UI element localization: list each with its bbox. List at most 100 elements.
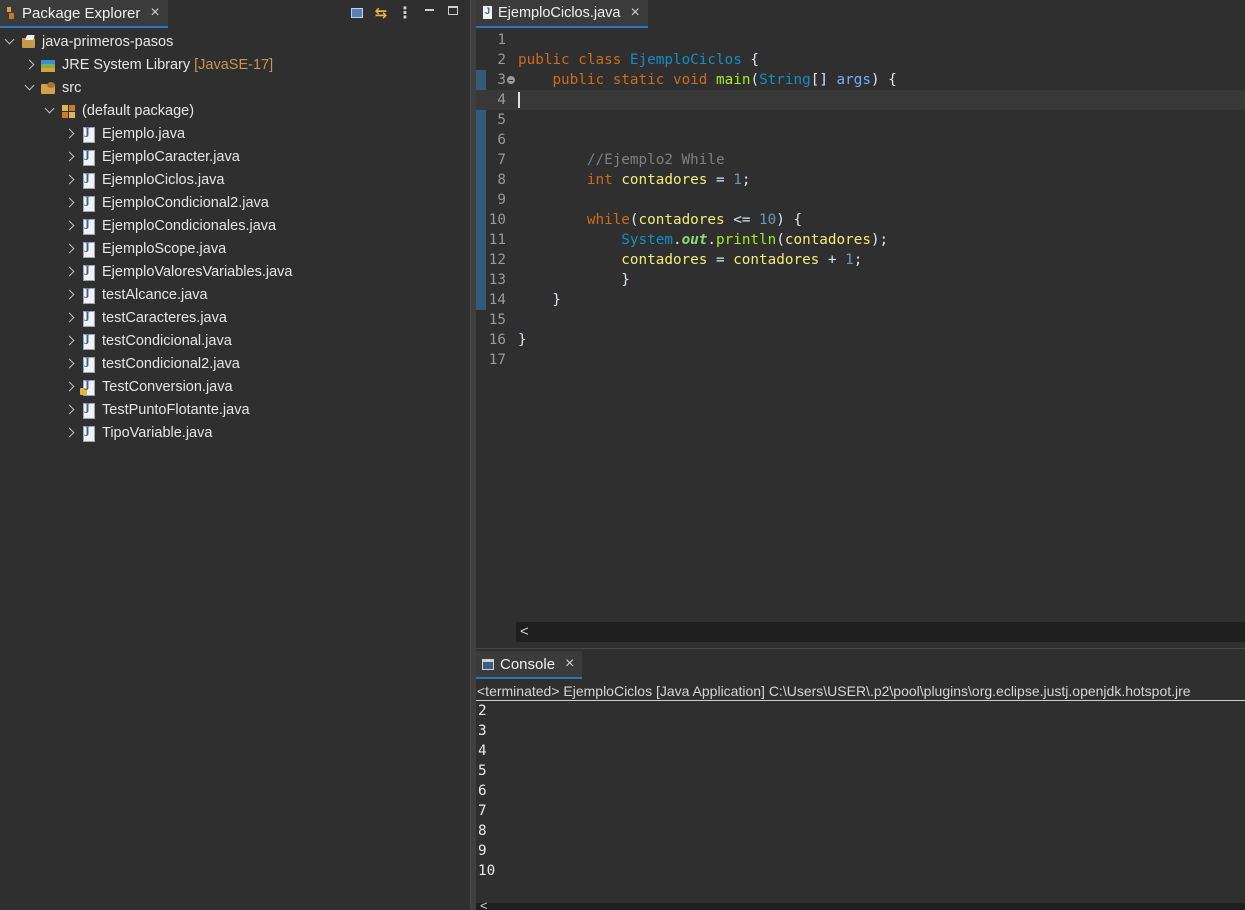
tree-item-file[interactable]: EjemploScope.java [0, 237, 470, 260]
tree-item-jre-library[interactable]: JRE System Library [JavaSE-17] [0, 53, 470, 76]
chevron-right-icon[interactable] [62, 403, 76, 417]
tree-item-file[interactable]: testAlcance.java [0, 283, 470, 306]
tree-item-file[interactable]: EjemploCondicionales.java [0, 214, 470, 237]
tree-item-file[interactable]: EjemploValoresVariables.java [0, 260, 470, 283]
chevron-right-icon[interactable] [62, 380, 76, 394]
explorer-tabbar: Package Explorer × ⇆ ⋮ [0, 0, 470, 30]
chevron-right-icon[interactable] [62, 334, 76, 348]
close-icon[interactable]: × [150, 5, 159, 21]
tree-item-file[interactable]: TestPuntoFlotante.java [0, 398, 470, 421]
tree-item-file[interactable]: TipoVariable.java [0, 421, 470, 444]
file-name: EjemploScope.java [102, 240, 227, 257]
code-line[interactable]: 17 [476, 350, 1245, 370]
code-line[interactable]: 11 System.out.println(contadores); [476, 230, 1245, 250]
java-project-icon [20, 34, 38, 50]
code-line[interactable]: 13 } [476, 270, 1245, 290]
tree-item-src[interactable]: src [0, 76, 470, 99]
console-process-description: <terminated> EjemploCiclos [Java Applica… [476, 681, 1245, 701]
chevron-right-icon[interactable] [62, 173, 76, 187]
editor-horizontal-scrollbar[interactable]: < [516, 622, 1245, 642]
chevron-down-icon[interactable] [42, 104, 56, 118]
collapse-all-icon[interactable] [348, 4, 366, 22]
code-token: args [836, 72, 871, 88]
tree-item-file[interactable]: testCondicional.java [0, 329, 470, 352]
line-number: 8 [497, 172, 506, 188]
line-number: 16 [488, 332, 506, 348]
code-line[interactable]: 12 contadores = contadores + 1; [476, 250, 1245, 270]
tree-item-file[interactable]: EjemploCiclos.java [0, 168, 470, 191]
console-horizontal-scrollbar[interactable]: < [476, 898, 1245, 910]
tree-item-file[interactable]: EjemploCaracter.java [0, 145, 470, 168]
java-file-icon [80, 264, 98, 281]
chevron-right-icon[interactable] [62, 357, 76, 371]
src-folder-name: src [62, 79, 82, 96]
code-line[interactable]: 16} [476, 330, 1245, 350]
chevron-right-icon[interactable] [62, 127, 76, 141]
chevron-right-icon[interactable] [62, 311, 76, 325]
code-line[interactable]: 6 [476, 130, 1245, 150]
tree-item-project[interactable]: java-primeros-pasos [0, 30, 470, 53]
code-token: 10 [759, 212, 777, 228]
code-token: ( [629, 212, 639, 228]
code-line[interactable]: 8 int contadores = 1; [476, 170, 1245, 190]
chevron-right-icon[interactable] [62, 426, 76, 440]
code-line[interactable]: 7 //Ejemplo2 While [476, 150, 1245, 170]
code-token: while [586, 212, 630, 228]
code-token: ; [853, 252, 863, 268]
editor-tab-label: EjemploCiclos.java [498, 5, 621, 21]
scroll-left-icon[interactable]: < [520, 622, 534, 642]
chevron-right-icon[interactable] [62, 219, 76, 233]
tab-package-explorer[interactable]: Package Explorer × [0, 0, 168, 28]
tab-console[interactable]: Console × [476, 651, 583, 679]
close-icon[interactable]: × [631, 5, 640, 21]
tree-item-file[interactable]: testCaracteres.java [0, 306, 470, 329]
code-text: System.out.println(contadores); [518, 230, 888, 250]
maximize-icon[interactable] [444, 4, 462, 22]
code-token: } [518, 292, 562, 308]
code-token: ); [870, 232, 889, 248]
library-name: JRE System Library [62, 56, 191, 73]
code-line[interactable]: 5 [476, 110, 1245, 130]
view-menu-icon[interactable]: ⋮ [396, 4, 414, 22]
code-token: ( [776, 232, 785, 248]
tree-item-file[interactable]: EjemploCondicional2.java [0, 191, 470, 214]
code-line[interactable]: 10 while(contadores <= 10) { [476, 210, 1245, 230]
chevron-right-icon[interactable] [62, 288, 76, 302]
tree-item-file[interactable]: TestConversion.java [0, 375, 470, 398]
chevron-right-icon[interactable] [62, 265, 76, 279]
console-output-line: 7 [478, 803, 487, 819]
chevron-down-icon[interactable] [2, 35, 16, 49]
code-line[interactable]: 15 [476, 310, 1245, 330]
chevron-right-icon[interactable] [22, 58, 36, 72]
link-with-editor-icon[interactable]: ⇆ [372, 4, 390, 22]
chevron-right-icon[interactable] [62, 150, 76, 164]
java-file-icon [80, 126, 98, 143]
code-line[interactable]: 4 [476, 90, 1245, 110]
chevron-right-icon[interactable] [62, 196, 76, 210]
code-area[interactable]: 1 2 public class EjemploCiclos {3 public s… [476, 30, 1245, 620]
chevron-down-icon[interactable] [22, 81, 36, 95]
code-line[interactable]: 3 public static void main(String[] args)… [476, 70, 1245, 90]
console-output-line: 2 [478, 703, 487, 719]
file-name: TestPuntoFlotante.java [102, 401, 250, 418]
code-line[interactable]: 9 [476, 190, 1245, 210]
code-line[interactable]: 1 [476, 30, 1245, 50]
console-output-line: 3 [478, 723, 487, 739]
tree-item-file[interactable]: Ejemplo.java [0, 122, 470, 145]
chevron-right-icon[interactable] [62, 242, 76, 256]
code-text: contadores = contadores + 1; [518, 250, 862, 270]
minimize-icon[interactable] [420, 4, 438, 22]
code-token: 1 [733, 172, 742, 188]
tree-item-file[interactable]: testCondicional2.java [0, 352, 470, 375]
tab-label: Package Explorer [22, 4, 141, 22]
code-line[interactable]: 14 } [476, 290, 1245, 310]
code-line[interactable]: 2 public class EjemploCiclos { [476, 50, 1245, 70]
tab-ejemplociclos[interactable]: EjemploCiclos.java × [476, 0, 648, 28]
console-output[interactable]: 2 3 4 5 6 7 8 9 10 [478, 701, 495, 881]
tree-item-default-package[interactable]: (default package) [0, 99, 470, 122]
close-icon[interactable]: × [565, 656, 574, 672]
code-token: class [578, 52, 622, 68]
fold-marker-icon[interactable] [507, 76, 515, 84]
scroll-left-icon[interactable]: < [480, 898, 488, 910]
